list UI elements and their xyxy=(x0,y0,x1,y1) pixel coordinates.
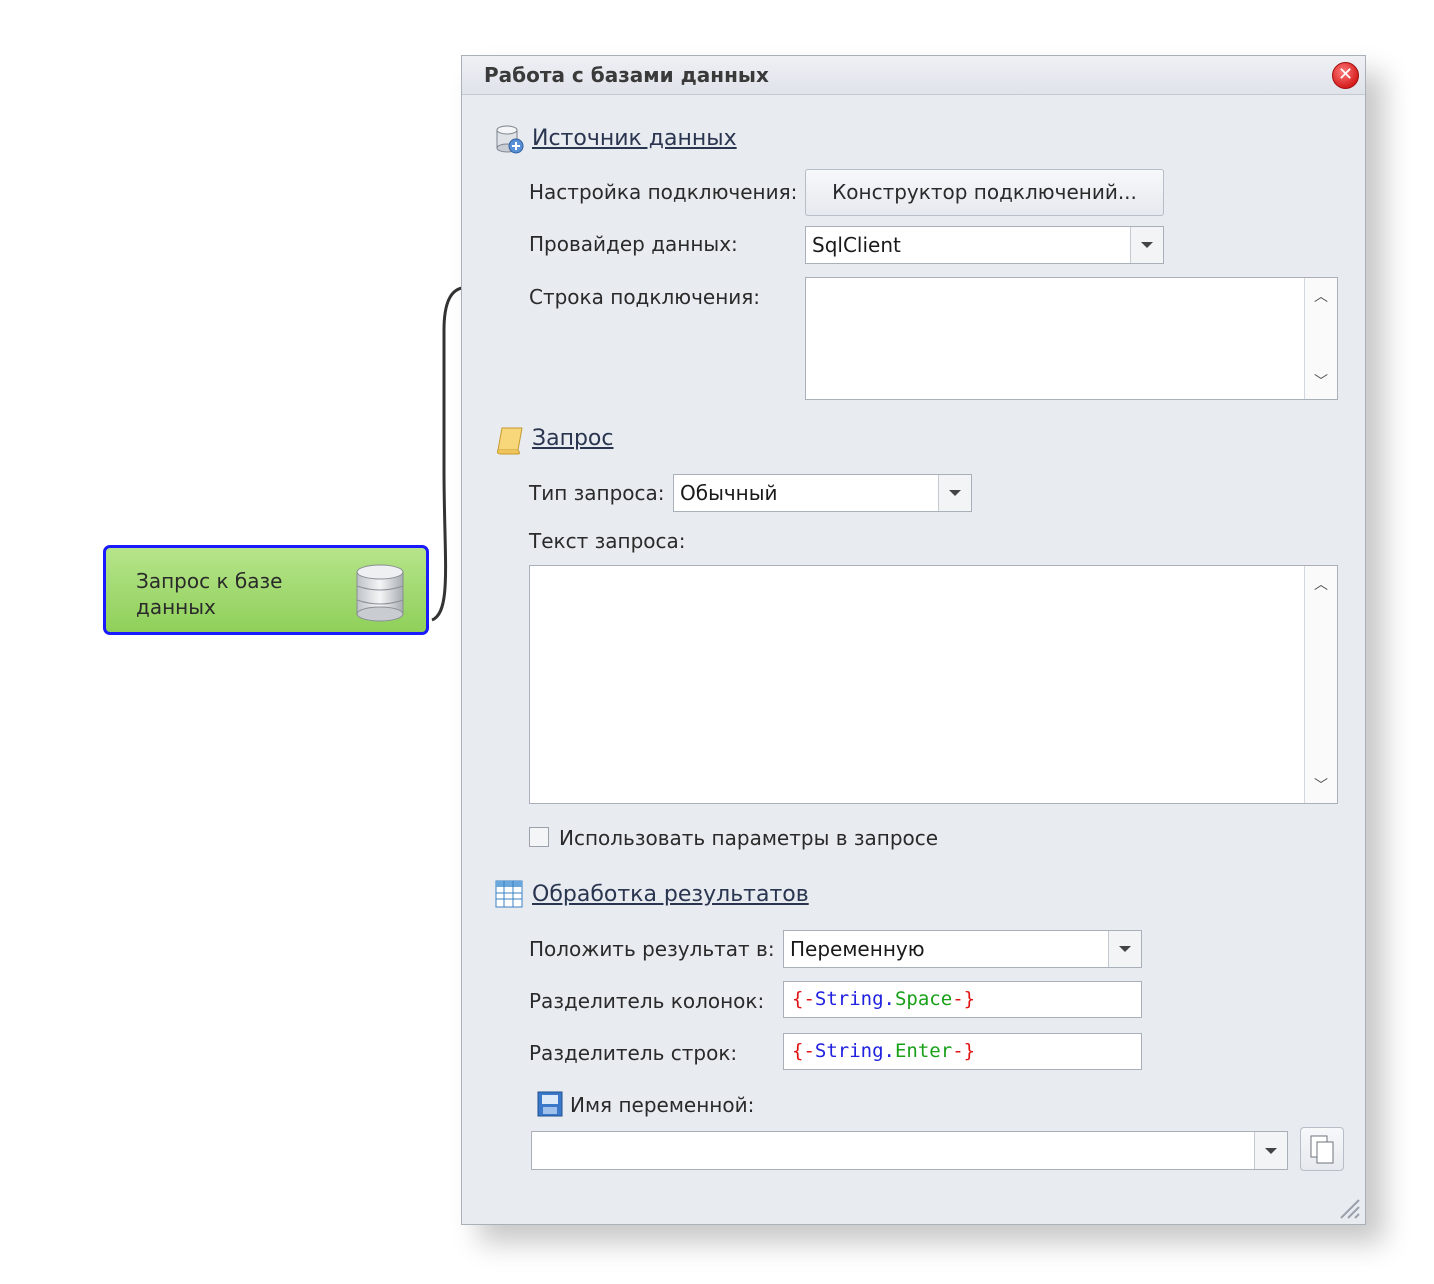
provider-value: SqlClient xyxy=(812,233,901,257)
put-result-label: Положить результат в: xyxy=(529,937,775,961)
token-close: -} xyxy=(952,1040,976,1062)
token-keyword: String xyxy=(814,1040,884,1062)
query-type-label: Тип запроса: xyxy=(529,481,665,505)
token-dot: . xyxy=(883,1040,895,1062)
vertical-scrollbar[interactable]: ︿ ﹀ xyxy=(1304,566,1337,803)
token-open: {- xyxy=(792,988,815,1010)
dialog-title: Работа с базами данных xyxy=(484,63,769,87)
db-query-node[interactable]: Запрос к базе данных xyxy=(103,545,429,635)
dialog-titlebar: Работа с базами данных ✕ xyxy=(462,56,1365,95)
put-result-combobox[interactable]: Переменную xyxy=(783,930,1142,968)
scroll-up-icon[interactable]: ︿ xyxy=(1305,568,1337,600)
section-results-title[interactable]: Обработка результатов xyxy=(532,882,809,907)
query-text-label: Текст запроса: xyxy=(529,529,686,553)
token-member: Space xyxy=(894,988,953,1010)
scroll-down-icon[interactable]: ﹀ xyxy=(1305,769,1337,801)
token-keyword: String xyxy=(814,988,884,1010)
provider-combobox[interactable]: SqlClient xyxy=(805,226,1164,264)
section-query-title[interactable]: Запрос xyxy=(532,426,614,451)
row-separator-input[interactable]: {-String.Enter-} xyxy=(783,1033,1142,1070)
token-member: Enter xyxy=(894,1040,953,1062)
column-separator-value: {-String.Space-} xyxy=(792,988,975,1010)
query-type-value: Обычный xyxy=(680,481,778,505)
table-icon xyxy=(495,880,523,908)
chevron-down-icon[interactable] xyxy=(938,475,971,511)
database-icon xyxy=(356,564,404,622)
provider-label: Провайдер данных: xyxy=(529,232,738,256)
token-close: -} xyxy=(952,988,976,1010)
row-separator-value: {-String.Enter-} xyxy=(792,1040,975,1062)
copy-icon xyxy=(1310,1135,1334,1164)
token-dot: . xyxy=(883,988,895,1010)
scroll-icon xyxy=(496,427,523,455)
close-icon[interactable]: ✕ xyxy=(1332,62,1359,89)
database-dialog: Работа с базами данных ✕ Источник данных… xyxy=(461,55,1366,1225)
connection-string-textarea[interactable]: ︿ ﹀ xyxy=(805,277,1338,400)
vertical-scrollbar[interactable]: ︿ ﹀ xyxy=(1304,278,1337,399)
use-params-checkbox[interactable] xyxy=(529,827,549,847)
column-separator-label: Разделитель колонок: xyxy=(529,989,765,1013)
connection-setup-label: Настройка подключения: xyxy=(529,180,798,204)
variable-name-label: Имя переменной: xyxy=(570,1093,755,1117)
chevron-down-icon[interactable] xyxy=(1254,1132,1287,1169)
query-text-textarea[interactable]: ︿ ﹀ xyxy=(529,565,1338,804)
scroll-down-icon[interactable]: ﹀ xyxy=(1305,365,1337,397)
copy-button[interactable] xyxy=(1300,1127,1344,1171)
variable-name-combobox[interactable] xyxy=(531,1131,1288,1170)
scroll-up-icon[interactable]: ︿ xyxy=(1305,280,1337,312)
put-result-value: Переменную xyxy=(790,937,925,961)
database-settings-icon xyxy=(496,125,524,154)
column-separator-input[interactable]: {-String.Space-} xyxy=(783,981,1142,1018)
chevron-down-icon[interactable] xyxy=(1108,931,1141,967)
use-params-label[interactable]: Использовать параметры в запросе xyxy=(559,826,938,850)
chevron-down-icon[interactable] xyxy=(1130,227,1163,263)
row-separator-label: Разделитель строк: xyxy=(529,1041,738,1065)
variable-icon xyxy=(537,1091,563,1117)
node-label: Запрос к базе данных xyxy=(136,569,283,619)
token-open: {- xyxy=(792,1040,815,1062)
connection-string-label: Строка подключения: xyxy=(529,285,761,309)
connection-builder-button[interactable]: Конструктор подключений... xyxy=(805,169,1164,216)
query-type-combobox[interactable]: Обычный xyxy=(673,474,972,512)
resize-grip-icon[interactable] xyxy=(1335,1194,1361,1220)
section-datasource-title[interactable]: Источник данных xyxy=(532,126,737,151)
